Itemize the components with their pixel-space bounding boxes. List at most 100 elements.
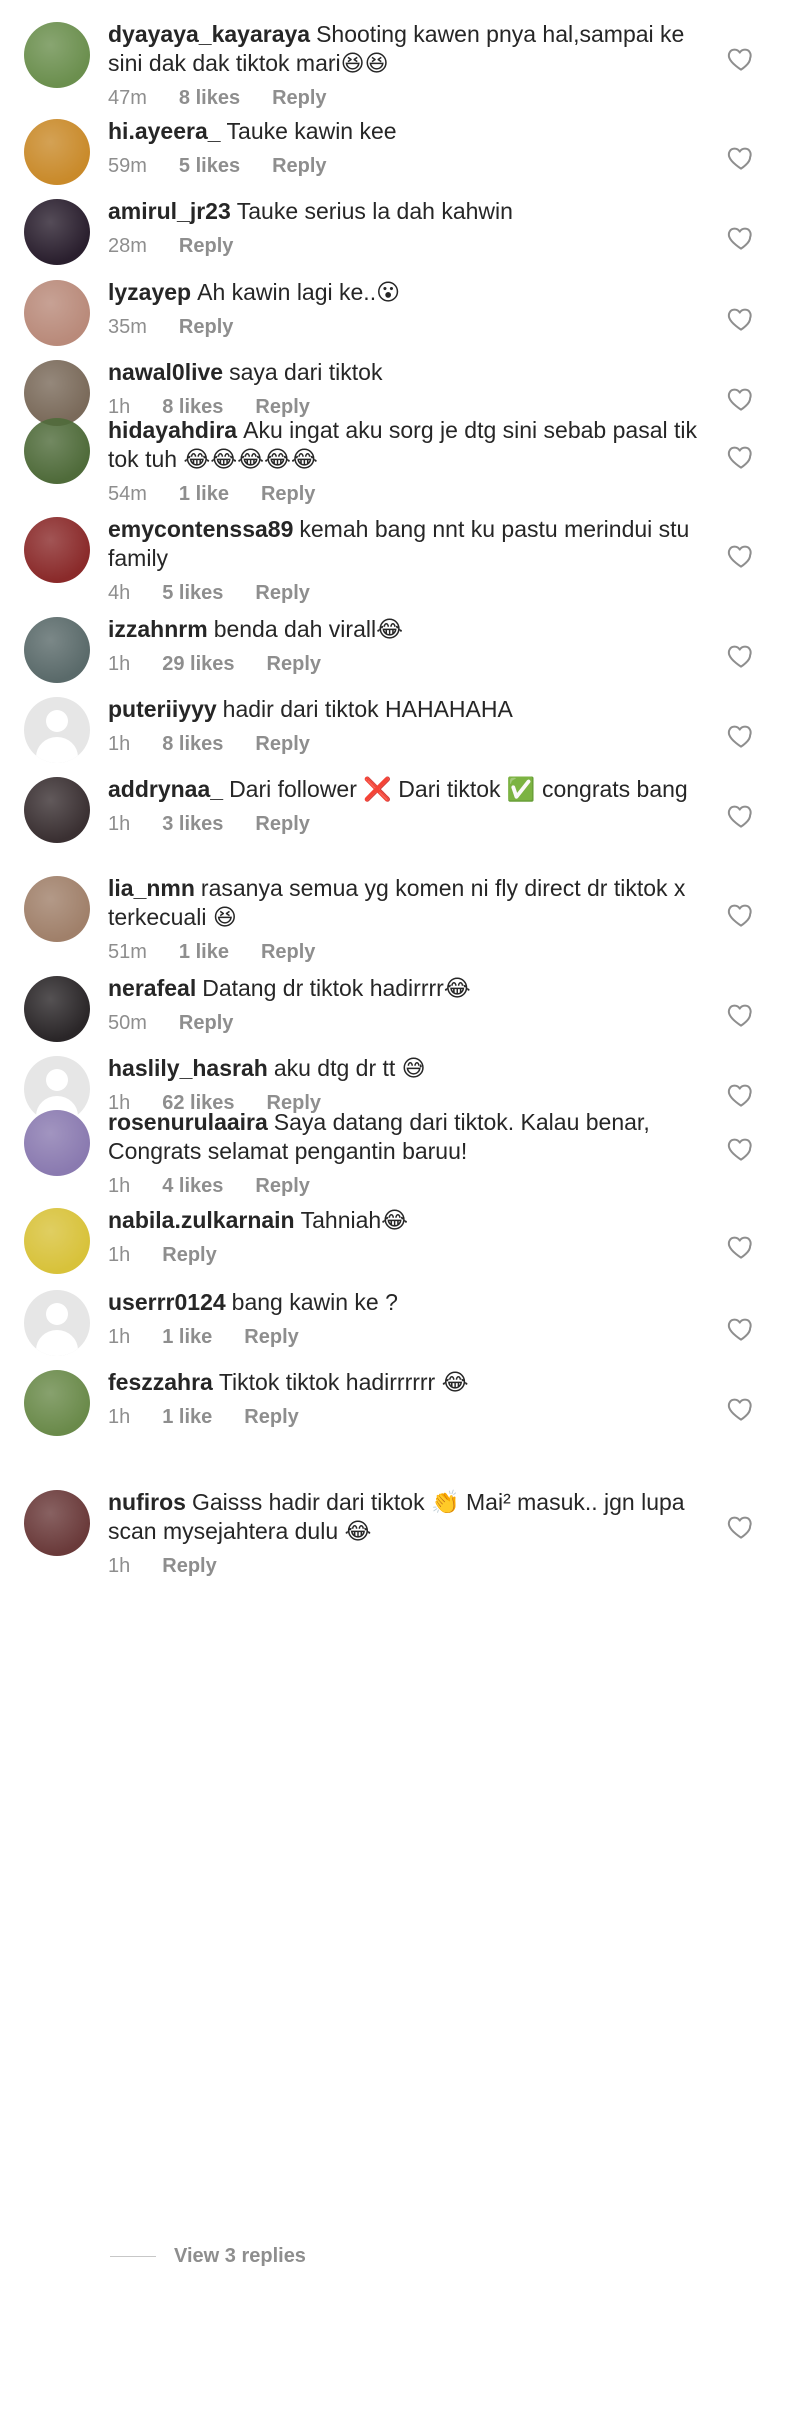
- comment-username[interactable]: rosenurulaaira: [108, 1109, 268, 1135]
- reply-button[interactable]: Reply: [255, 812, 309, 836]
- comment-username[interactable]: puteriiyyy: [108, 696, 217, 722]
- comment-username[interactable]: izzahnrm: [108, 616, 208, 642]
- reply-button[interactable]: Reply: [272, 154, 326, 178]
- comment-body: aku dtg dr tt 😅: [273, 1055, 426, 1081]
- heart-icon[interactable]: [726, 900, 756, 930]
- comment-time: 28m: [108, 235, 147, 257]
- reply-button[interactable]: Reply: [261, 940, 315, 964]
- comment-username[interactable]: feszzahra: [108, 1369, 213, 1395]
- reply-button[interactable]: Reply: [179, 234, 233, 258]
- heart-icon[interactable]: [726, 721, 756, 751]
- comment-likes[interactable]: 5 likes: [179, 154, 240, 178]
- comment-time: 54m: [108, 483, 147, 505]
- comment-likes[interactable]: 5 likes: [162, 581, 223, 605]
- reply-button[interactable]: Reply: [162, 1243, 216, 1267]
- comment-likes[interactable]: 1 like: [179, 482, 229, 506]
- heart-icon[interactable]: [726, 384, 756, 414]
- comment-username[interactable]: nabila.zulkarnain: [108, 1207, 295, 1233]
- avatar[interactable]: [24, 119, 90, 185]
- avatar[interactable]: [24, 280, 90, 346]
- comment-likes[interactable]: 8 likes: [179, 86, 240, 110]
- comment-time: 1h: [108, 813, 131, 835]
- comment-username[interactable]: hidayahdira: [108, 417, 237, 443]
- comment-username[interactable]: dyayaya_kayaraya: [108, 21, 310, 47]
- avatar[interactable]: [24, 22, 90, 88]
- reply-button[interactable]: Reply: [267, 652, 321, 676]
- heart-icon[interactable]: [726, 1232, 756, 1262]
- comment-text: emycontenssa89 kemah bang nnt ku pastu me…: [108, 515, 698, 573]
- avatar[interactable]: [24, 777, 90, 843]
- avatar[interactable]: [24, 617, 90, 683]
- reply-button[interactable]: Reply: [255, 581, 309, 605]
- avatar[interactable]: [24, 1208, 90, 1274]
- comment-username[interactable]: lia_nmn: [108, 875, 195, 901]
- heart-icon[interactable]: [726, 1134, 756, 1164]
- avatar[interactable]: [24, 697, 90, 763]
- reply-button[interactable]: Reply: [179, 315, 233, 339]
- reply-button[interactable]: Reply: [179, 1011, 233, 1035]
- reply-button[interactable]: Reply: [244, 1405, 298, 1429]
- avatar[interactable]: [24, 360, 90, 426]
- avatar[interactable]: [24, 976, 90, 1042]
- heart-icon[interactable]: [726, 442, 756, 472]
- heart-icon[interactable]: [726, 44, 756, 74]
- comment-meta: 1h 1 like Reply: [108, 1325, 698, 1349]
- comment-username[interactable]: nerafeal: [108, 975, 196, 1001]
- comment-text: lyzayep Ah kawin lagi ke..😮: [108, 278, 698, 307]
- comment-username[interactable]: emycontenssa89: [108, 516, 293, 542]
- heart-icon[interactable]: [726, 223, 756, 253]
- reply-button[interactable]: Reply: [261, 482, 315, 506]
- comment-time: 1h: [108, 1244, 131, 1266]
- comment-username[interactable]: haslily_hasrah: [108, 1055, 268, 1081]
- avatar[interactable]: [24, 1370, 90, 1436]
- comment-likes[interactable]: 29 likes: [162, 652, 234, 676]
- comment-username[interactable]: nawal0live: [108, 359, 223, 385]
- reply-button[interactable]: Reply: [272, 86, 326, 110]
- comment-likes[interactable]: 3 likes: [162, 812, 223, 836]
- heart-icon[interactable]: [726, 1080, 756, 1110]
- reply-button[interactable]: Reply: [244, 1325, 298, 1349]
- heart-icon[interactable]: [726, 1314, 756, 1344]
- heart-icon[interactable]: [726, 1000, 756, 1030]
- avatar[interactable]: [24, 418, 90, 484]
- comment-body: Dari follower ❌ Dari tiktok ✅ congrats b…: [229, 776, 688, 802]
- comment-body: Ah kawin lagi ke..😮: [197, 279, 401, 305]
- reply-button[interactable]: Reply: [162, 1554, 216, 1578]
- comment-meta: 35m Reply: [108, 315, 698, 339]
- avatar[interactable]: [24, 1490, 90, 1556]
- reply-button[interactable]: Reply: [255, 1174, 309, 1198]
- comment-username[interactable]: addrynaa_: [108, 776, 223, 802]
- heart-icon[interactable]: [726, 1512, 756, 1542]
- view-replies-button[interactable]: View 3 replies: [110, 2245, 306, 2268]
- comment-text: rosenurulaaira Saya datang dari tiktok. K…: [108, 1108, 698, 1166]
- avatar[interactable]: [24, 1290, 90, 1356]
- comment-username[interactable]: amirul_jr23: [108, 198, 231, 224]
- avatar[interactable]: [24, 199, 90, 265]
- avatar[interactable]: [24, 1110, 90, 1176]
- heart-icon[interactable]: [726, 641, 756, 671]
- comment-username[interactable]: nufiros: [108, 1489, 186, 1515]
- comment-likes[interactable]: 1 like: [162, 1405, 212, 1429]
- comment-meta: 59m 5 likes Reply: [108, 154, 698, 178]
- comment-body: Tauke kawin kee: [226, 118, 397, 144]
- comment-body: Tahniah😂: [300, 1207, 409, 1233]
- heart-icon[interactable]: [726, 541, 756, 571]
- heart-icon[interactable]: [726, 1394, 756, 1424]
- avatar[interactable]: [24, 876, 90, 942]
- comment-time: 1h: [108, 1326, 131, 1348]
- comment-likes[interactable]: 4 likes: [162, 1174, 223, 1198]
- comment-time: 51m: [108, 941, 147, 963]
- avatar[interactable]: [24, 517, 90, 583]
- heart-icon[interactable]: [726, 304, 756, 334]
- comment-username[interactable]: lyzayep: [108, 279, 191, 305]
- comment-username[interactable]: hi.ayeera_: [108, 118, 221, 144]
- heart-icon[interactable]: [726, 801, 756, 831]
- heart-icon[interactable]: [726, 143, 756, 173]
- comment-likes[interactable]: 1 like: [162, 1325, 212, 1349]
- comment-time: 50m: [108, 1012, 147, 1034]
- comment-likes[interactable]: 8 likes: [162, 732, 223, 756]
- comment-time: 1h: [108, 1406, 131, 1428]
- reply-button[interactable]: Reply: [255, 732, 309, 756]
- comment-username[interactable]: userrr0124: [108, 1289, 226, 1315]
- comment-likes[interactable]: 1 like: [179, 940, 229, 964]
